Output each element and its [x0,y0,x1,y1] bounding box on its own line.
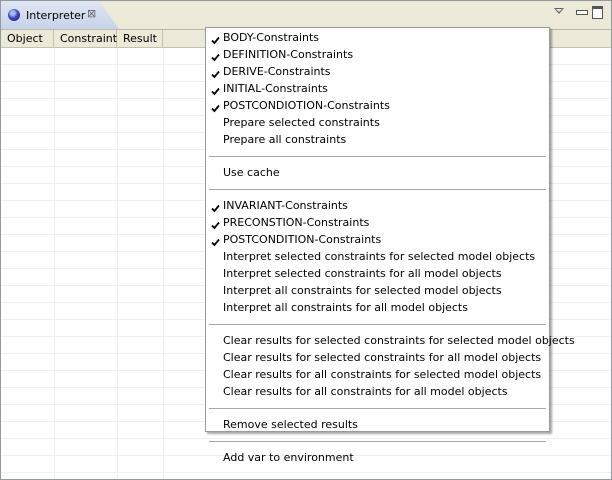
menu-item-label: INVARIANT-Constraints [223,199,348,212]
checkmark-icon [211,235,220,247]
menu-item[interactable]: Prepare all constraints [206,131,549,148]
menu-item[interactable]: Interpret all constraints for all model … [206,299,549,316]
grid-column-line [163,48,164,479]
grid-row-line [1,438,611,439]
menu-item[interactable]: Clear results for selected constraints f… [206,349,549,366]
menu-item-label: DERIVE-Constraints [223,65,331,78]
menu-item-label: BODY-Constraints [223,31,320,44]
menu-item-label: PRECONSTION-Constraints [223,216,370,229]
menu-item[interactable]: Clear results for selected constraints f… [206,332,575,349]
maximize-icon[interactable] [591,5,605,19]
menu-item-label: Clear results for selected constraints f… [223,334,575,347]
menu-item-label: Add var to environment [223,451,354,464]
menu-item-label: POSTCONDITION-Constraints [223,233,382,246]
menu-item[interactable]: POSTCONDIOTION-Constraints [206,97,549,114]
menu-item[interactable]: Use cache [206,164,549,181]
close-icon[interactable]: ⊠ [87,7,96,20]
menu-item-label: Clear results for selected constraints f… [223,351,542,364]
menu-item-label: Prepare selected constraints [223,116,380,129]
menu-item[interactable]: INITIAL-Constraints [206,80,549,97]
grid-column-line [54,48,55,479]
menu-item[interactable]: BODY-Constraints [206,29,549,46]
menu-separator [209,408,546,409]
menu-separator [209,441,546,442]
column-header-result[interactable]: Result [117,30,163,47]
menu-item[interactable]: Clear results for all constraints for se… [206,366,549,383]
menu-item-label: Clear results for all constraints for al… [223,385,508,398]
menu-item-label: POSTCONDIOTION-Constraints [223,99,390,112]
menu-item[interactable]: Interpret selected constraints for selec… [206,248,549,265]
menu-item-label: Interpret selected constraints for all m… [223,267,502,280]
menu-item[interactable]: Clear results for all constraints for al… [206,383,549,400]
interpreter-icon [8,9,20,21]
menu-item[interactable]: Add var to environment [206,449,549,466]
context-menu: BODY-Constraints DEFINITION-Constraints DE… [205,27,575,464]
menu-item-label: Interpret all constraints for selected m… [223,284,502,297]
column-header-object[interactable]: Object [1,30,54,47]
menu-separator [209,324,546,325]
menu-separator [209,156,546,157]
minimize-icon[interactable] [575,5,589,19]
checkmark-icon [211,201,220,213]
menu-item-label: Interpret all constraints for all model … [223,301,468,314]
menu-item-label: Use cache [223,166,280,179]
menu-separator [209,189,546,190]
view-menu-chevron-icon[interactable] [553,5,567,19]
menu-item[interactable]: INVARIANT-Constraints [206,197,549,214]
checkmark-icon [211,67,220,79]
menu-item-label: Remove selected results [223,418,358,431]
menu-item-label: DEFINITION-Constraints [223,48,354,61]
menu-item[interactable]: Interpret all constraints for selected m… [206,282,549,299]
menu-item[interactable]: Remove selected results [206,416,549,433]
checkmark-icon [211,218,220,230]
checkmark-icon [211,84,220,96]
grid-row-line [1,472,611,473]
checkmark-icon [211,101,220,113]
menu-item[interactable]: Interpret selected constraints for all m… [206,265,549,282]
menu-item-label: Clear results for all constraints for se… [223,368,542,381]
view-tab-bar: Interpreter ⊠ [1,1,611,30]
menu-item[interactable]: DEFINITION-Constraints [206,46,549,63]
checkmark-icon [211,33,220,45]
menu-item-label: Prepare all constraints [223,133,347,146]
tab-interpreter[interactable]: Interpreter ⊠ [1,1,119,29]
checkmark-icon [211,50,220,62]
menu-item[interactable]: Prepare selected constraints [206,114,549,131]
menu-item-label: INITIAL-Constraints [223,82,328,95]
column-header-constraint[interactable]: Constraint [54,30,117,47]
tab-label: Interpreter [26,9,86,22]
menu-item[interactable]: POSTCONDITION-Constraints [206,231,549,248]
menu-item[interactable]: DERIVE-Constraints [206,63,549,80]
menu-item-label: Interpret selected constraints for selec… [223,250,536,263]
grid-column-line [117,48,118,479]
menu-item[interactable]: PRECONSTION-Constraints [206,214,549,231]
